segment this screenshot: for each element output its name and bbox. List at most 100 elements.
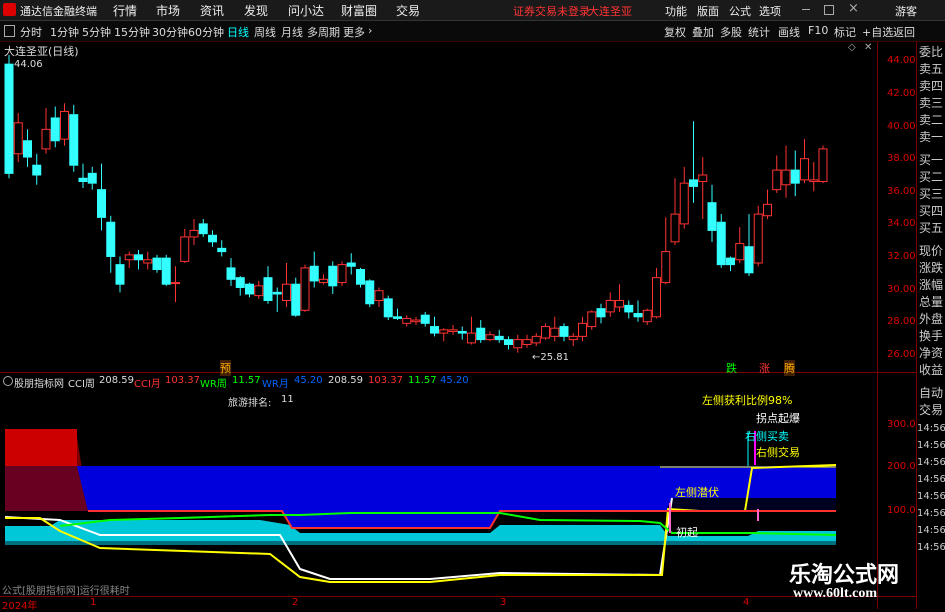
panel-toggle-icon[interactable] (4, 25, 15, 37)
month-label: 2 (292, 597, 299, 608)
side-trade[interactable]: 交易 (917, 402, 945, 419)
chevron-right-icon[interactable]: › (368, 24, 372, 37)
candle-body (642, 309, 652, 323)
side-sell5[interactable]: 卖五 (917, 61, 945, 78)
candle-body (753, 213, 763, 264)
tool-biaoji[interactable]: 标记 (834, 24, 856, 40)
side-sell2[interactable]: 卖二 (917, 112, 945, 129)
candle-body (467, 332, 476, 344)
period-30min[interactable]: 30分钟 (152, 24, 188, 40)
period-fenshi[interactable]: 分时 (20, 24, 42, 40)
side-buy4[interactable]: 买四 (917, 203, 945, 220)
low-price-marker: ←25.81 (532, 352, 569, 363)
watermark-site: 乐淘公式网 (789, 563, 900, 588)
tool-back[interactable]: 返回 (893, 24, 915, 40)
guest-user[interactable]: 游客 (895, 3, 917, 19)
candle-body (670, 213, 680, 243)
candle-body (513, 339, 523, 349)
candle-body (652, 277, 661, 318)
signal-left-latent: 左侧潜伏 (675, 486, 719, 499)
side-weibi[interactable]: 委比 (917, 44, 945, 61)
candle-body (328, 265, 338, 287)
side-sell1[interactable]: 卖一 (917, 129, 945, 146)
candle-body (624, 304, 634, 313)
candle-body (393, 316, 402, 319)
period-1min[interactable]: 1分钟 (50, 24, 79, 40)
maximize-icon[interactable] (824, 5, 834, 15)
candle-body (282, 283, 291, 301)
tool-duogu[interactable]: 多股 (720, 24, 742, 40)
signal-right-buy: 右侧买卖 (745, 430, 789, 443)
period-5min[interactable]: 5分钟 (82, 24, 111, 40)
period-15min[interactable]: 15分钟 (114, 24, 150, 40)
side-auto[interactable]: 自动 (917, 385, 945, 402)
menu-gongneng[interactable]: 功能 (665, 3, 687, 19)
period-weekly[interactable]: 周线 (254, 24, 276, 40)
candle-body (180, 236, 190, 262)
candle-body (226, 267, 236, 280)
candle-body (698, 174, 708, 183)
side-change-pct[interactable]: 涨幅 (917, 277, 945, 294)
close-icon[interactable]: × (848, 1, 859, 16)
candle-body (494, 335, 504, 341)
side-buy2[interactable]: 买二 (917, 169, 945, 186)
candle-body (420, 314, 430, 324)
side-buy1[interactable]: 买一 (917, 152, 945, 169)
menu-xuanxiang[interactable]: 选项 (759, 3, 781, 19)
side-sell3[interactable]: 卖三 (917, 95, 945, 112)
indicator-tick: 100.0 (887, 505, 916, 516)
candle-body (152, 257, 162, 271)
menu-jiaoyi[interactable]: 交易 (396, 2, 420, 19)
menu-hangqing[interactable]: 行情 (113, 2, 137, 19)
tool-huaxian[interactable]: 画线 (778, 24, 800, 40)
month-label: 3 (500, 597, 507, 608)
tool-fuquan[interactable]: 复权 (664, 24, 686, 40)
side-sell4[interactable]: 卖四 (917, 78, 945, 95)
candle-body (550, 327, 560, 337)
period-daily[interactable]: 日线 (227, 24, 249, 40)
tool-tongji[interactable]: 统计 (748, 24, 770, 40)
menu-wenxiaoda[interactable]: 问小达 (288, 2, 324, 19)
side-buy5[interactable]: 买五 (917, 220, 945, 237)
candle-body (13, 122, 23, 155)
price-tick: 28.00 (887, 316, 916, 327)
period-more[interactable]: 更多 (343, 24, 365, 40)
price-tick: 40.00 (887, 121, 916, 132)
menu-banmian[interactable]: 版面 (697, 3, 719, 19)
side-buy3[interactable]: 买三 (917, 186, 945, 203)
trade-login-notice[interactable]: 证券交易未登录 (513, 3, 590, 19)
period-60min[interactable]: 60分钟 (188, 24, 224, 40)
side-outer[interactable]: 外盘 (917, 311, 945, 328)
period-multi[interactable]: 多周期 (307, 24, 340, 40)
candle-body (633, 313, 643, 318)
candle-body (587, 311, 597, 328)
side-turnover[interactable]: 换手 (917, 328, 945, 345)
candle-body (504, 339, 513, 346)
side-price[interactable]: 现价 (917, 243, 945, 260)
menu-zixun[interactable]: 资讯 (200, 2, 224, 19)
candle-body (161, 257, 171, 285)
price-tick: 44.00 (887, 55, 916, 66)
menu-caifuquan[interactable]: 财富圈 (341, 2, 377, 19)
tool-diejia[interactable]: 叠加 (692, 24, 714, 40)
date-axis-line (0, 596, 916, 597)
side-earnings[interactable]: 收益 (917, 362, 945, 379)
candle-body (661, 251, 671, 284)
minimize-icon[interactable] (802, 9, 810, 10)
side-volume[interactable]: 总量 (917, 294, 945, 311)
tool-add-watchlist[interactable]: +自选 (862, 24, 893, 40)
menu-faxian[interactable]: 发现 (244, 2, 268, 19)
candle-body (578, 322, 587, 337)
candle-body (790, 169, 800, 184)
candle-body (4, 63, 14, 174)
stock-link[interactable]: 大连圣亚 (588, 3, 632, 19)
candle-body (115, 264, 125, 285)
price-tick: 36.00 (887, 186, 916, 197)
period-monthly[interactable]: 月线 (281, 24, 303, 40)
menu-gongshi[interactable]: 公式 (729, 3, 751, 19)
tool-f10[interactable]: F10 (808, 24, 828, 37)
price-tick: 32.00 (887, 251, 916, 262)
side-net-assets[interactable]: 净资 (917, 345, 945, 362)
menu-shichang[interactable]: 市场 (156, 2, 180, 19)
side-change[interactable]: 涨跌 (917, 260, 945, 277)
